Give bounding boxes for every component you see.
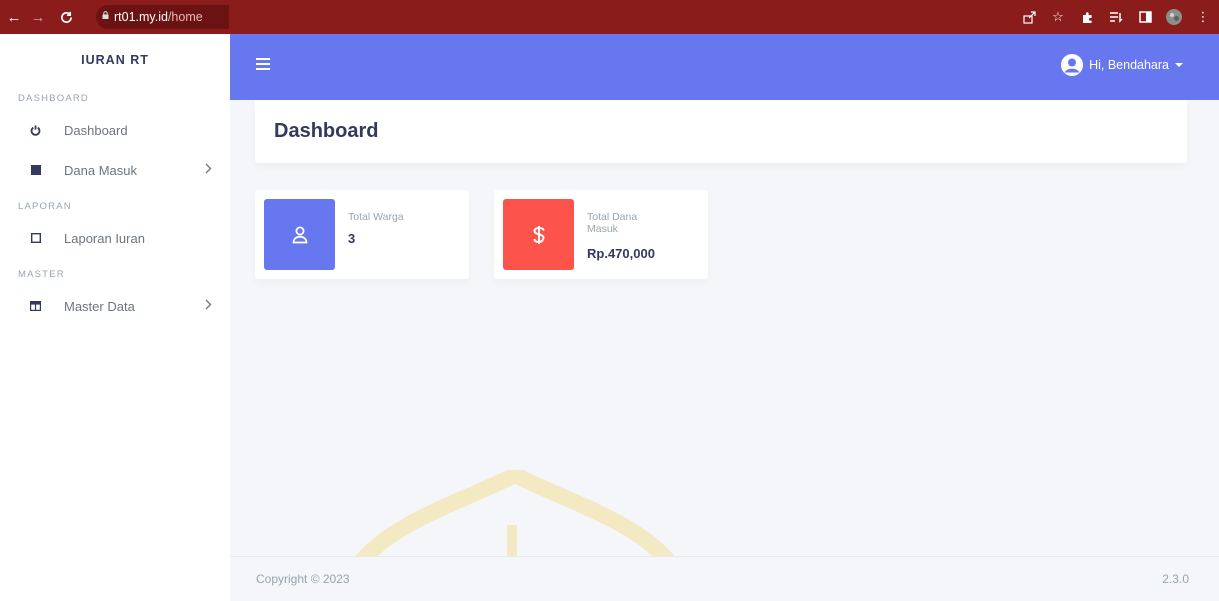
- sidebar-item-label: Dana Masuk: [64, 162, 137, 178]
- reading-list-icon[interactable]: [1108, 9, 1124, 25]
- stat-value: 3: [348, 231, 356, 246]
- stat-label: Total Warga: [348, 211, 404, 223]
- footer-version: 2.3.0: [1162, 572, 1189, 586]
- square-icon: [30, 165, 41, 176]
- chevron-right-icon: [205, 298, 212, 313]
- sidebar-item-label: Laporan Iuran: [64, 230, 145, 246]
- menu-header-master: MASTER: [18, 268, 65, 280]
- menu-header-laporan: LAPORAN: [18, 200, 72, 212]
- user-icon: [292, 226, 307, 243]
- top-navbar: Hi, Bendahara: [230, 34, 1219, 100]
- menu-kebab-icon[interactable]: ⋮: [1195, 9, 1211, 25]
- lock-icon: [102, 11, 109, 19]
- chevron-right-icon: [205, 162, 212, 177]
- user-dropdown[interactable]: Hi, Bendahara: [1061, 54, 1183, 76]
- menu-header-dashboard: DASHBOARD: [18, 92, 89, 104]
- hamburger-menu-icon[interactable]: [256, 58, 270, 70]
- browser-toolbar: ← → rt01.my.id/home ☆ ⋮: [0, 0, 1219, 34]
- section-header: Dashboard: [255, 100, 1187, 163]
- power-icon: [30, 125, 41, 136]
- star-icon[interactable]: ☆: [1050, 9, 1066, 25]
- side-panel-icon[interactable]: [1137, 9, 1153, 25]
- brand-logo[interactable]: IURAN RT: [0, 34, 230, 86]
- url-host: rt01.my.id: [114, 10, 168, 24]
- square-outline-icon: [30, 233, 41, 244]
- back-arrow-icon[interactable]: ←: [2, 0, 26, 34]
- stat-card-total-dana-masuk: Total Dana Masuk Rp.470,000: [494, 190, 708, 279]
- stat-card-total-warga: Total Warga 3: [255, 190, 469, 279]
- stat-label: Total Dana Masuk: [587, 211, 638, 235]
- stat-icon-tile: [503, 199, 574, 270]
- sidebar-item-dana-masuk[interactable]: Dana Masuk: [0, 150, 230, 190]
- footer-copyright: Copyright © 2023: [256, 572, 350, 586]
- sidebar-item-dashboard[interactable]: Dashboard: [0, 110, 230, 150]
- footer: Copyright © 2023 2.3.0: [230, 556, 1219, 601]
- forward-arrow-icon[interactable]: →: [26, 0, 50, 34]
- sidebar-item-master-data[interactable]: Master Data: [0, 286, 230, 326]
- extensions-icon[interactable]: [1079, 9, 1095, 25]
- sidebar-item-laporan-iuran[interactable]: Laporan Iuran: [0, 218, 230, 258]
- share-icon[interactable]: [1021, 9, 1037, 25]
- user-greeting: Hi, Bendahara: [1089, 58, 1169, 72]
- sidebar-item-label: Master Data: [64, 298, 135, 314]
- reload-icon[interactable]: [54, 0, 78, 34]
- address-bar[interactable]: rt01.my.id/home: [96, 5, 229, 29]
- page-title: Dashboard: [274, 120, 379, 142]
- profile-avatar-icon[interactable]: [1166, 9, 1182, 25]
- url-path: /home: [167, 10, 203, 24]
- avatar: [1061, 54, 1084, 76]
- caret-down-icon: [1175, 63, 1183, 67]
- stat-icon-tile: [264, 199, 335, 270]
- dollar-icon: [532, 225, 545, 244]
- columns-icon: [30, 301, 41, 312]
- sidebar-item-label: Dashboard: [64, 122, 128, 138]
- stat-value: Rp.470,000: [587, 246, 655, 261]
- sidebar: IURAN RT DASHBOARD Dashboard Dana Masuk …: [0, 34, 230, 601]
